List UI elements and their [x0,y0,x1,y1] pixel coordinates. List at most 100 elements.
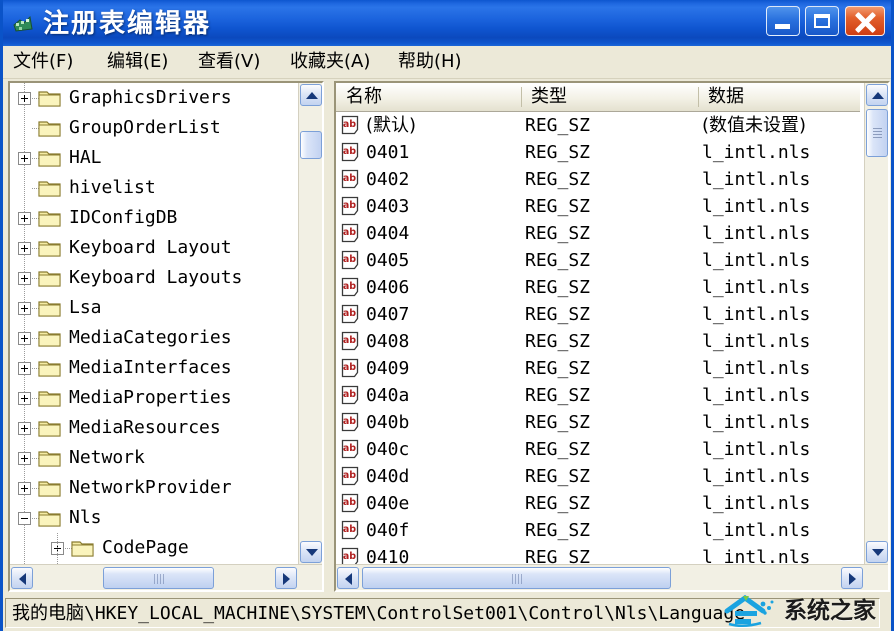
maximize-button[interactable] [805,6,839,36]
expand-node-icon[interactable] [18,212,31,225]
registry-value-row[interactable]: ab 0401 REG_SZ l_intl.nls [336,139,860,166]
value-type-cell: REG_SZ [525,466,591,487]
chevron-right-icon [849,573,856,585]
tree-item-keyboard-layouts[interactable]: Keyboard Layouts [10,263,302,293]
registry-value-row[interactable]: ab 0408 REG_SZ l_intl.nls [336,328,860,355]
expand-node-icon[interactable] [18,332,31,345]
registry-values-list[interactable]: ab (默认) REG_SZ (数值未设置) ab 0401 REG_SZ l_intl.nl… [336,112,860,564]
minimize-button[interactable] [766,6,800,36]
value-name-cell: 0405 [366,250,410,271]
list-scroll-up-button[interactable] [866,84,888,106]
value-data-cell: l_intl.nls [702,520,811,541]
tree-item-idconfigdb[interactable]: IDConfigDB [10,203,302,233]
registry-value-row[interactable]: ab 040f REG_SZ l_intl.nls [336,517,860,544]
value-data-cell: l_intl.nls [702,331,811,352]
collapse-node-icon[interactable] [18,512,31,525]
registry-key-tree[interactable]: GraphicsDrivers GroupOrderList HAL hivelist… [10,83,302,564]
registry-value-row[interactable]: ab (默认) REG_SZ (数值未设置) [336,112,860,139]
tree-item-mediacategories[interactable]: MediaCategories [10,323,302,353]
registry-value-row[interactable]: ab 0404 REG_SZ l_intl.nls [336,220,860,247]
tree-horizontal-scrollbar[interactable] [10,564,322,590]
expand-node-icon[interactable] [18,452,31,465]
value-type-cell: REG_SZ [525,115,591,136]
tree-item-grouporderlist[interactable]: GroupOrderList [10,113,302,143]
menu-file[interactable]: 文件(F) [13,49,73,75]
tree-item-networkprovider[interactable]: NetworkProvider [10,473,302,503]
list-scroll-down-button[interactable] [866,541,888,563]
value-type-cell: REG_SZ [525,142,591,163]
tree-hscroll-thumb[interactable] [103,567,214,589]
tree-scroll-left-button[interactable] [11,567,33,589]
expand-node-icon[interactable] [18,302,31,315]
list-scroll-left-button[interactable] [337,567,359,589]
expand-node-icon[interactable] [18,482,31,495]
value-name-cell: 0409 [366,358,410,379]
value-name-cell: 0401 [366,142,410,163]
tree-scroll-thumb[interactable] [300,131,322,159]
menu-help[interactable]: 帮助(H) [398,49,462,75]
close-button[interactable] [845,6,885,36]
column-header-data[interactable]: 数据 [698,83,860,111]
tree-item-mediaproperties[interactable]: MediaProperties [10,383,302,413]
tree-item-keyboard-layout[interactable]: Keyboard Layout [10,233,302,263]
registry-value-row[interactable]: ab 0402 REG_SZ l_intl.nls [336,166,860,193]
tree-item-hivelist[interactable]: hivelist [10,173,302,203]
svg-text:ab: ab [343,281,356,292]
svg-text:ab: ab [343,524,356,535]
registry-value-row[interactable]: ab 040a REG_SZ l_intl.nls [336,382,860,409]
folder-icon [71,540,95,558]
expand-node-icon[interactable] [18,362,31,375]
tree-item-lsa[interactable]: Lsa [10,293,302,323]
column-header-name[interactable]: 名称 [336,83,521,111]
tree-scroll-up-button[interactable] [300,84,322,106]
column-header-type[interactable]: 类型 [521,83,698,111]
tree-item-mediaresources[interactable]: MediaResources [10,413,302,443]
registry-value-row[interactable]: ab 040e REG_SZ l_intl.nls [336,490,860,517]
svg-text:ab: ab [343,551,356,562]
tree-vertical-scrollbar[interactable] [298,83,322,564]
registry-value-row[interactable]: ab 0403 REG_SZ l_intl.nls [336,193,860,220]
registry-value-row[interactable]: ab 0405 REG_SZ l_intl.nls [336,247,860,274]
folder-icon [38,420,62,438]
value-name-cell: 040d [366,466,410,487]
tree-item-nls[interactable]: Nls [10,503,302,533]
expand-node-icon[interactable] [18,92,31,105]
tree-item-codepage[interactable]: CodePage [10,533,302,563]
value-data-cell: l_intl.nls [702,358,811,379]
tree-scroll-down-button[interactable] [300,541,322,563]
expand-node-icon[interactable] [18,242,31,255]
list-vertical-scrollbar[interactable] [864,83,888,564]
tree-item-graphicsdrivers[interactable]: GraphicsDrivers [10,83,302,113]
window-title: 注册表编辑器 [43,9,212,39]
registry-value-row[interactable]: ab 040d REG_SZ l_intl.nls [336,463,860,490]
menu-edit[interactable]: 编辑(E) [107,49,168,75]
registry-value-row[interactable]: ab 040b REG_SZ l_intl.nls [336,409,860,436]
tree-item-mediainterfaces[interactable]: MediaInterfaces [10,353,302,383]
folder-icon [38,270,62,288]
tree-scroll-right-button[interactable] [275,567,297,589]
registry-value-row[interactable]: ab 0409 REG_SZ l_intl.nls [336,355,860,382]
value-type-cell: REG_SZ [525,439,591,460]
tree-item-hal[interactable]: HAL [10,143,302,173]
tree-item-label: MediaInterfaces [69,357,232,378]
list-horizontal-scrollbar[interactable] [336,564,888,590]
registry-value-row[interactable]: ab 0407 REG_SZ l_intl.nls [336,301,860,328]
registry-value-row[interactable]: ab 0410 REG_SZ l_intl.nls [336,544,860,564]
list-scroll-right-button[interactable] [841,567,863,589]
expand-node-icon[interactable] [18,422,31,435]
menu-view[interactable]: 查看(V) [198,49,260,75]
value-data-cell: l_intl.nls [702,493,811,514]
list-scroll-thumb[interactable] [866,109,888,157]
registry-value-row[interactable]: ab 0406 REG_SZ l_intl.nls [336,274,860,301]
menu-favorites[interactable]: 收藏夹(A) [290,49,370,75]
string-value-icon: ab [341,115,362,136]
chevron-up-icon [306,92,318,99]
registry-value-row[interactable]: ab 040c REG_SZ l_intl.nls [336,436,860,463]
svg-text:ab: ab [343,416,356,427]
list-hscroll-thumb[interactable] [362,567,671,589]
registry-editor-icon [11,11,35,35]
expand-node-icon[interactable] [18,392,31,405]
expand-node-icon[interactable] [18,272,31,285]
expand-node-icon[interactable] [18,152,31,165]
tree-item-network[interactable]: Network [10,443,302,473]
